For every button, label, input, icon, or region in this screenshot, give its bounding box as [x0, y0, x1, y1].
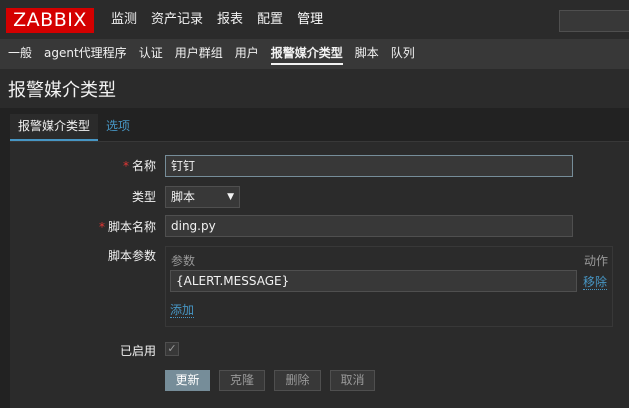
clone-button[interactable]: 克隆	[219, 370, 265, 391]
sub-nav-general[interactable]: 一般	[2, 40, 38, 69]
update-button[interactable]: 更新	[165, 370, 210, 391]
remove-param-link[interactable]: 移除	[583, 275, 608, 290]
tab-media-type[interactable]: 报警媒介类型	[10, 114, 99, 141]
required-mark: *	[98, 220, 105, 234]
main-nav-inventory[interactable]: 资产记录	[144, 0, 210, 40]
main-nav-configuration[interactable]: 配置	[250, 0, 290, 40]
sub-nav-proxies[interactable]: agent代理程序	[38, 40, 133, 69]
script-param-field[interactable]: {ALERT.MESSAGE}	[170, 270, 577, 292]
script-name-field[interactable]: ding.py	[165, 215, 573, 237]
script-name-label: * 脚本名称	[98, 220, 156, 234]
main-nav-administration[interactable]: 管理	[290, 0, 330, 40]
params-column-header: 参数	[171, 254, 196, 268]
action-column-header: 动作	[584, 254, 609, 268]
required-mark: *	[122, 159, 129, 173]
type-select-value: 脚本	[171, 190, 196, 204]
add-param-link[interactable]: 添加	[170, 303, 195, 318]
chevron-down-icon: ▼	[227, 192, 234, 202]
type-select[interactable]: 脚本 ▼	[165, 186, 240, 208]
top-navigation-bar: ZABBIX 监测 资产记录 报表 配置 管理	[0, 0, 629, 40]
delete-button[interactable]: 删除	[274, 370, 321, 391]
main-nav-reports[interactable]: 报表	[210, 0, 250, 40]
cancel-button[interactable]: 取消	[330, 370, 375, 391]
enabled-checkbox[interactable]: ✓	[165, 342, 179, 356]
sub-nav-queue[interactable]: 队列	[385, 40, 421, 69]
name-label: * 名称	[122, 159, 156, 173]
sub-nav-scripts[interactable]: 脚本	[349, 40, 385, 69]
checkmark-icon: ✓	[167, 342, 177, 355]
name-field[interactable]: 钉钉	[165, 155, 573, 177]
sub-nav-authentication[interactable]: 认证	[133, 40, 169, 69]
main-nav: 监测 资产记录 报表 配置 管理	[104, 0, 330, 40]
sub-nav-users[interactable]: 用户	[229, 40, 265, 69]
form-tabs: 报警媒介类型 选项	[10, 114, 138, 141]
page-title: 报警媒介类型	[8, 80, 116, 101]
tab-options[interactable]: 选项	[98, 114, 138, 141]
type-label: 类型	[131, 190, 156, 204]
main-nav-monitoring[interactable]: 监测	[104, 0, 144, 40]
zabbix-logo[interactable]: ZABBIX	[6, 8, 94, 33]
enabled-label: 已启用	[119, 344, 156, 358]
sub-navigation-bar: 一般 agent代理程序 认证 用户群组 用户 报警媒介类型 脚本 队列	[0, 40, 629, 69]
search-input[interactable]	[559, 10, 629, 32]
sub-nav-media-types[interactable]: 报警媒介类型	[265, 40, 349, 69]
sub-nav-user-groups[interactable]: 用户群组	[169, 40, 229, 69]
script-params-label: 脚本参数	[107, 249, 156, 263]
